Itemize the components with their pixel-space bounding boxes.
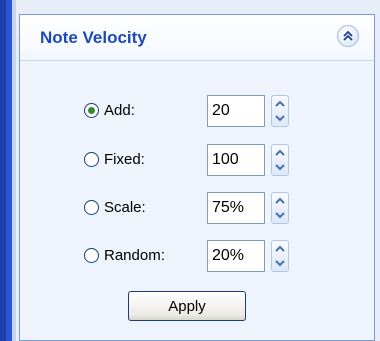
option-row-fixed: Fixed: xyxy=(20,142,374,180)
add-spin-up-button[interactable] xyxy=(272,96,288,111)
add-value-input[interactable] xyxy=(207,95,265,127)
add-spin-down-button[interactable] xyxy=(272,111,288,126)
double-chevron-up-icon xyxy=(343,30,353,41)
panel-header[interactable]: Note Velocity xyxy=(20,15,374,61)
arrow-up-icon xyxy=(275,149,285,156)
random-spin-up-button[interactable] xyxy=(272,241,288,256)
scale-spin-down-button[interactable] xyxy=(272,208,288,223)
scale-label: Scale: xyxy=(104,199,146,216)
arrow-up-icon xyxy=(275,100,285,107)
add-label: Add: xyxy=(104,102,135,119)
fixed-spin-down-button[interactable] xyxy=(272,160,288,175)
panel-body: Add: Fixed: xyxy=(20,61,374,340)
collapse-button[interactable] xyxy=(337,25,359,47)
random-radio[interactable] xyxy=(84,248,99,263)
arrow-down-icon xyxy=(275,260,285,267)
add-spinner xyxy=(271,95,289,127)
arrow-down-icon xyxy=(275,115,285,122)
arrow-down-icon xyxy=(275,164,285,171)
fixed-label: Fixed: xyxy=(104,151,145,168)
apply-button[interactable]: Apply xyxy=(128,291,246,321)
scale-spinner xyxy=(271,192,289,224)
add-radio[interactable] xyxy=(84,103,99,118)
arrow-up-icon xyxy=(275,197,285,204)
scale-value-input[interactable] xyxy=(207,192,265,224)
random-spinner xyxy=(271,240,289,272)
random-label: Random: xyxy=(104,247,165,264)
random-spin-down-button[interactable] xyxy=(272,256,288,271)
scale-radio[interactable] xyxy=(84,200,99,215)
note-velocity-panel: Note Velocity Add: Fixed: xyxy=(19,14,375,341)
option-row-random: Random: xyxy=(20,238,374,276)
option-row-scale: Scale: xyxy=(20,190,374,228)
fixed-value-input[interactable] xyxy=(207,144,265,176)
arrow-up-icon xyxy=(275,245,285,252)
panel-title: Note Velocity xyxy=(40,28,147,47)
scale-spin-up-button[interactable] xyxy=(272,193,288,208)
option-row-add: Add: xyxy=(20,93,374,131)
random-value-input[interactable] xyxy=(207,240,265,272)
fixed-radio[interactable] xyxy=(84,152,99,167)
arrow-down-icon xyxy=(275,212,285,219)
window-frame-left-highlight xyxy=(12,0,16,341)
fixed-spinner xyxy=(271,144,289,176)
fixed-spin-up-button[interactable] xyxy=(272,145,288,160)
